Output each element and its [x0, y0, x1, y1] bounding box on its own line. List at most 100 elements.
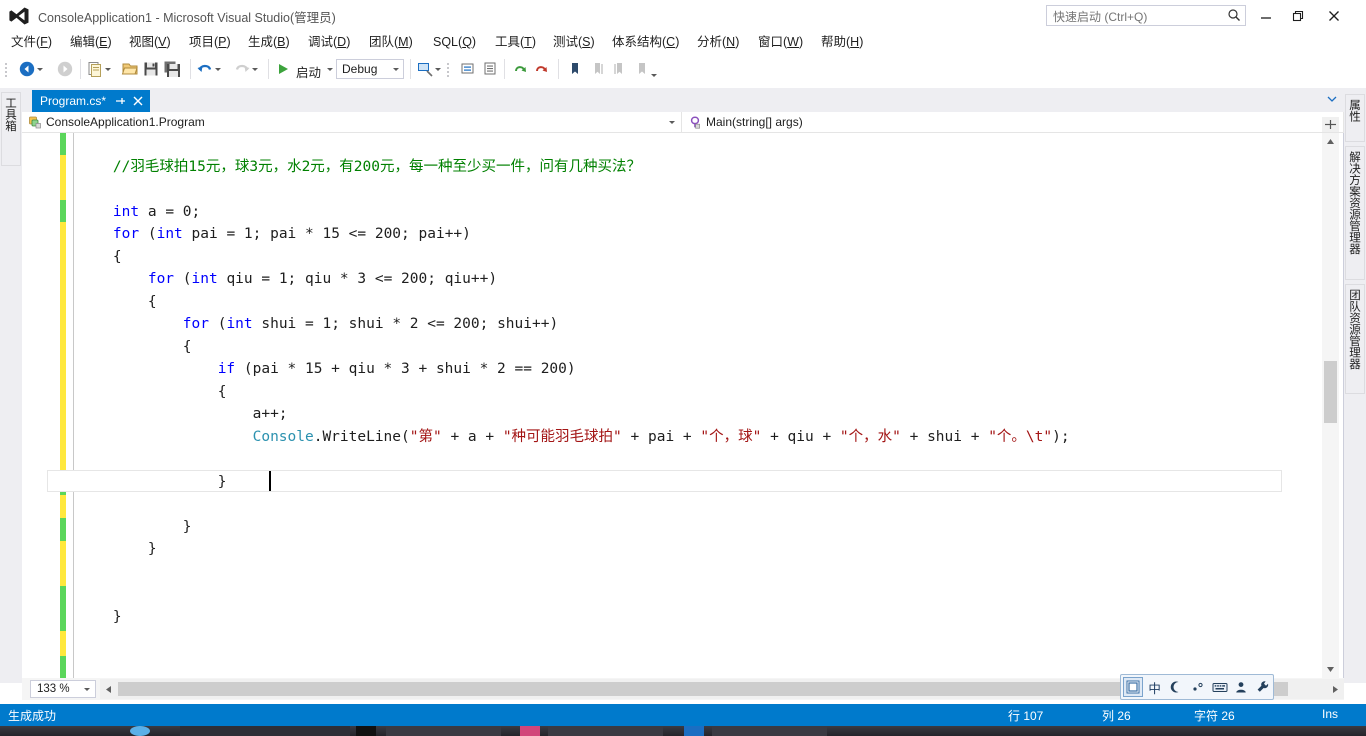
quick-launch-input[interactable] [1051, 7, 1215, 26]
start-debug-dropdown[interactable] [326, 57, 335, 81]
code-line[interactable]: } [78, 606, 1318, 629]
insert-mode-indicator[interactable]: Ins [1322, 707, 1338, 721]
code-line[interactable] [78, 133, 1318, 156]
new-project-dropdown-icon[interactable] [104, 57, 113, 81]
code-line[interactable]: { [78, 381, 1318, 404]
taskbar-item-8[interactable] [712, 726, 827, 736]
menu-item-11[interactable]: 分析(N) [694, 33, 742, 51]
code-line[interactable]: int a = 0; [78, 201, 1318, 224]
menu-item-13[interactable]: 帮助(H) [818, 33, 866, 51]
taskbar-item-4[interactable] [386, 726, 501, 736]
scroll-up-icon[interactable] [1322, 133, 1339, 150]
taskbar-item-1[interactable] [130, 726, 150, 736]
menu-item-2[interactable]: 视图(V) [126, 33, 174, 51]
menu-item-9[interactable]: 测试(S) [550, 33, 598, 51]
code-line[interactable]: Console.WriteLine("第" + a + "种可能羽毛球拍" + … [78, 426, 1318, 449]
team-explorer-tab[interactable]: 团队资源管理器 [1345, 284, 1365, 394]
code-line[interactable] [78, 178, 1318, 201]
code-editor[interactable]: //羽毛球拍15元，球3元，水2元，有200元，每一种至少买一件，问有几种买法？… [22, 133, 1322, 678]
pin-icon[interactable] [114, 95, 126, 107]
toolbar-overflow-button[interactable] [650, 63, 659, 87]
scroll-right-icon[interactable] [1327, 679, 1344, 699]
scroll-down-icon[interactable] [1322, 661, 1339, 678]
menu-item-1[interactable]: 编辑(E) [67, 33, 115, 51]
code-line[interactable]: //羽毛球拍15元，球3元，水2元，有200元，每一种至少买一件，问有几种买法？ [78, 156, 1318, 179]
code-line[interactable]: if (pai * 15 + qiu * 3 + shui * 2 == 200… [78, 358, 1318, 381]
menu-item-0[interactable]: 文件(F) [8, 33, 55, 51]
outlining-margin[interactable] [22, 133, 40, 678]
document-tab-program-cs[interactable]: Program.cs* [32, 90, 151, 112]
ime-language-bar[interactable]: 中 [1120, 674, 1274, 700]
code-line[interactable]: for (int pai = 1; pai * 15 <= 200; pai++… [78, 223, 1318, 246]
toggle-bookmark-button[interactable] [566, 57, 584, 81]
menu-item-10[interactable]: 体系结构(C) [609, 33, 682, 51]
toolbox-tab[interactable]: 工具箱 [1, 92, 21, 166]
attach-dropdown-icon[interactable] [434, 57, 443, 81]
new-project-button[interactable] [86, 57, 113, 81]
toolbar-grip[interactable] [5, 61, 9, 77]
taskbar-item-3[interactable] [356, 726, 376, 736]
ime-language-label[interactable]: 中 [1145, 677, 1165, 697]
user-dictionary-icon[interactable] [1232, 677, 1252, 697]
menu-item-4[interactable]: 生成(B) [245, 33, 293, 51]
undo-button[interactable] [196, 57, 223, 81]
undo-dropdown-icon[interactable] [214, 57, 223, 81]
code-line[interactable]: { [78, 246, 1318, 269]
navigate-backward-button[interactable] [18, 57, 45, 81]
attach-to-process-button[interactable] [416, 57, 443, 81]
code-line[interactable] [78, 448, 1318, 471]
menu-item-7[interactable]: SQL(Q) [430, 33, 479, 51]
code-line[interactable]: for (int shui = 1; shui * 2 <= 200; shui… [78, 313, 1318, 336]
menu-item-12[interactable]: 窗口(W) [755, 33, 806, 51]
chevron-down-icon[interactable] [1326, 94, 1338, 107]
zoom-level-combo[interactable]: 133 % [30, 680, 96, 698]
save-all-button[interactable] [163, 57, 181, 81]
code-line[interactable]: } [78, 516, 1318, 539]
ime-tools-icon[interactable] [1253, 677, 1273, 697]
horizontal-scroll-thumb[interactable] [118, 682, 1288, 696]
scroll-left-icon[interactable] [100, 679, 117, 699]
comment-selection-button[interactable] [460, 57, 478, 81]
taskbar-item-5[interactable] [520, 726, 540, 736]
editor-vertical-scrollbar[interactable] [1322, 133, 1339, 678]
taskbar-item-6[interactable] [548, 726, 663, 736]
code-line[interactable]: { [78, 336, 1318, 359]
close-button[interactable] [1320, 4, 1348, 26]
maximize-button[interactable] [1284, 4, 1312, 26]
open-file-button[interactable] [121, 57, 139, 81]
solution-explorer-tab[interactable]: 解决方案资源管理器 [1345, 146, 1365, 280]
start-debug-label[interactable]: 启动 [296, 62, 321, 81]
code-line[interactable]: { [78, 291, 1318, 314]
code-line[interactable] [78, 493, 1318, 516]
properties-tab[interactable]: 属性 [1345, 94, 1365, 142]
minimize-button[interactable] [1252, 4, 1280, 26]
code-line[interactable]: } [78, 471, 1318, 494]
code-line[interactable] [78, 583, 1318, 606]
vertical-scroll-thumb[interactable] [1324, 361, 1337, 423]
quick-launch-box[interactable] [1046, 5, 1246, 26]
punctuation-icon[interactable] [1188, 677, 1208, 697]
menu-item-3[interactable]: 项目(P) [186, 33, 234, 51]
soft-keyboard-icon[interactable] [1210, 677, 1230, 697]
ime-mode-icon[interactable] [1123, 677, 1143, 697]
type-dropdown[interactable]: ConsoleApplication1.Program [22, 112, 682, 132]
code-line[interactable] [78, 561, 1318, 584]
code-text[interactable]: //羽毛球拍15元，球3元，水2元，有200元，每一种至少买一件，问有几种买法？… [78, 133, 1318, 678]
code-line[interactable]: for (int qiu = 1; qiu * 3 <= 200; qiu++) [78, 268, 1318, 291]
decrease-indent-button[interactable] [533, 57, 551, 81]
menu-item-8[interactable]: 工具(T) [492, 33, 539, 51]
menu-item-5[interactable]: 调试(D) [305, 33, 353, 51]
close-icon[interactable] [132, 95, 144, 107]
taskbar-item-2[interactable] [180, 726, 350, 736]
save-button[interactable] [142, 57, 160, 81]
increase-indent-button[interactable] [512, 57, 530, 81]
taskbar-item-7[interactable] [684, 726, 704, 736]
solution-configuration-combo[interactable]: Debug [336, 59, 404, 79]
half-shape-icon[interactable] [1167, 677, 1187, 697]
code-line[interactable]: a++; [78, 403, 1318, 426]
code-line[interactable]: } [78, 538, 1318, 561]
redo-dropdown-icon[interactable] [251, 57, 260, 81]
menu-item-6[interactable]: 团队(M) [366, 33, 416, 51]
editor-splitter-handle[interactable] [1322, 117, 1339, 132]
member-dropdown[interactable]: Main(string[] args) [682, 112, 1344, 132]
